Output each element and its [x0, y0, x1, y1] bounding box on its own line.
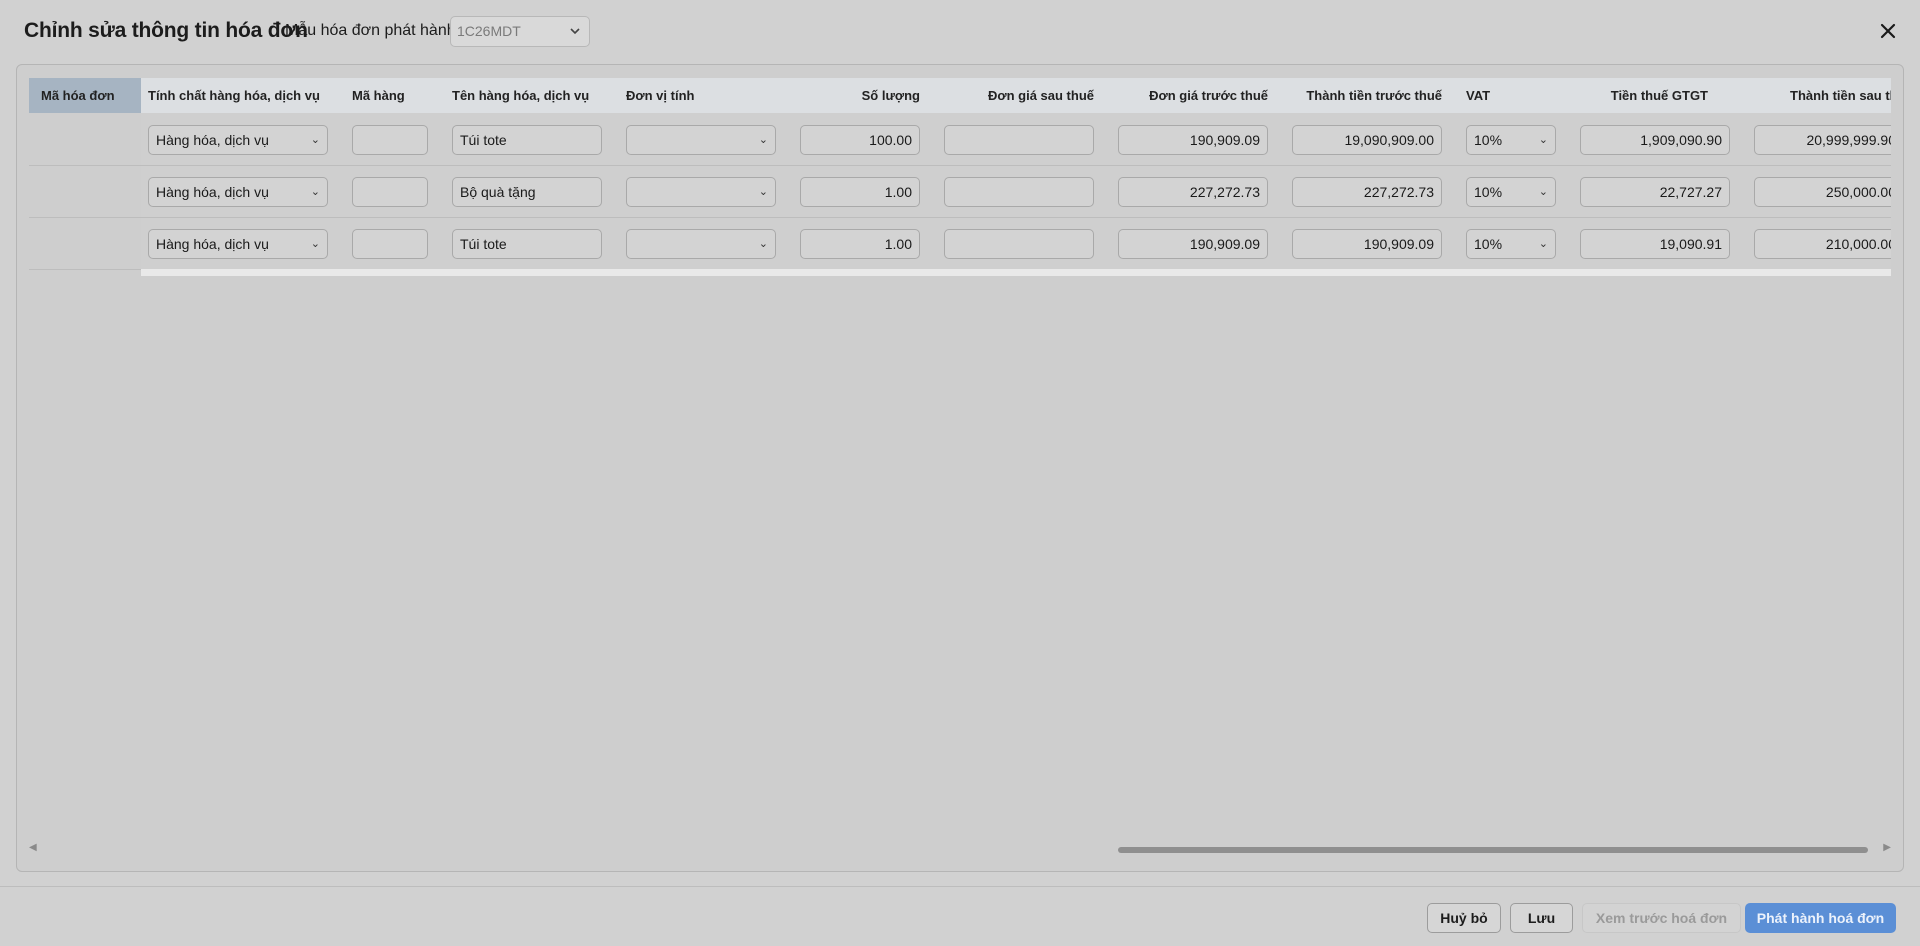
amount-after-tax-input[interactable]: 250,000.00: [1754, 177, 1891, 207]
item-name-input[interactable]: Túi tote: [452, 125, 602, 155]
amount-after-tax-input[interactable]: 20,999,999.90: [1754, 125, 1891, 155]
amount-before-tax-input[interactable]: 190,909.09: [1292, 229, 1442, 259]
col-amount-after-tax: Thành tiền sau thu: [1790, 88, 1891, 103]
nature-value: Hàng hóa, dịch vụ: [156, 236, 269, 252]
template-select[interactable]: 1C26MDT: [450, 16, 590, 47]
vat-amount-input[interactable]: 1,909,090.90: [1580, 125, 1730, 155]
col-invoice-code: Mã hóa đơn: [41, 88, 115, 103]
col-quantity: Số lượng: [861, 88, 920, 103]
row-divider: [29, 269, 141, 270]
row-divider: [29, 217, 1891, 218]
col-vat-amount: Tiền thuế GTGT: [1610, 88, 1708, 103]
template-label: Mẫu hóa đơn phát hành: [285, 22, 456, 39]
unit-select[interactable]: ⌄: [626, 177, 776, 207]
vat-amount-input[interactable]: 19,090.91: [1580, 229, 1730, 259]
dialog-title: Chỉnh sửa thông tin hóa đơn: [24, 19, 308, 42]
invoice-table: Mã hóa đơn Tính chất hàng hóa, dịch vụ M…: [29, 78, 1891, 276]
chevron-down-icon: ⌄: [758, 134, 768, 146]
price-before-tax-input[interactable]: 227,272.73: [1118, 177, 1268, 207]
vat-value: 10%: [1474, 184, 1503, 200]
scrollbar-thumb[interactable]: [1118, 847, 1868, 853]
price-before-tax-input[interactable]: 190,909.09: [1118, 125, 1268, 155]
price-after-tax-input[interactable]: [944, 229, 1094, 259]
chevron-down-icon: ⌄: [758, 238, 768, 250]
col-unit: Đơn vị tính: [626, 88, 695, 103]
col-vat: VAT: [1466, 88, 1491, 103]
item-name-input[interactable]: Túi tote: [452, 229, 602, 259]
vat-amount-input[interactable]: 22,727.27: [1580, 177, 1730, 207]
publish-invoice-button[interactable]: Phát hành hoá đơn: [1745, 903, 1896, 933]
item-code-input[interactable]: [352, 125, 428, 155]
save-button[interactable]: Lưu: [1510, 903, 1573, 933]
unit-select[interactable]: ⌄: [626, 125, 776, 155]
dialog-footer: Huỷ bỏ Lưu Xem trước hoá đơn Phát hành h…: [0, 886, 1920, 946]
chevron-down-icon: [569, 17, 581, 56]
amount-before-tax-input[interactable]: 227,272.73: [1292, 177, 1442, 207]
nature-select[interactable]: Hàng hóa, dịch vụ ⌄: [148, 177, 328, 207]
amount-after-tax-input[interactable]: 210,000.00: [1754, 229, 1891, 259]
unit-select[interactable]: ⌄: [626, 229, 776, 259]
cancel-button[interactable]: Huỷ bỏ: [1427, 903, 1501, 933]
vat-select[interactable]: 10% ⌄: [1466, 125, 1556, 155]
item-code-input[interactable]: [352, 177, 428, 207]
price-after-tax-input[interactable]: [944, 125, 1094, 155]
chevron-down-icon: ⌄: [1538, 134, 1548, 146]
col-amount-before-tax: Thành tiền trước thuế: [1306, 88, 1442, 103]
col-nature: Tính chất hàng hóa, dịch vụ: [148, 88, 320, 103]
chevron-down-icon: ⌄: [310, 134, 320, 146]
scroll-left-icon[interactable]: ◀: [29, 842, 37, 853]
col-item-name: Tên hàng hóa, dịch vụ: [452, 88, 590, 103]
item-name-input[interactable]: Bộ quà tặng: [452, 177, 602, 207]
vat-value: 10%: [1474, 132, 1503, 148]
quantity-input[interactable]: 100.00: [800, 125, 920, 155]
chevron-down-icon: ⌄: [1538, 186, 1548, 198]
vat-select[interactable]: 10% ⌄: [1466, 177, 1556, 207]
vat-select[interactable]: 10% ⌄: [1466, 229, 1556, 259]
preview-invoice-button[interactable]: Xem trước hoá đơn: [1582, 903, 1741, 933]
col-item-code: Mã hàng: [352, 88, 405, 103]
chevron-down-icon: ⌄: [310, 238, 320, 250]
chevron-down-icon: ⌄: [758, 186, 768, 198]
quantity-input[interactable]: 1.00: [800, 229, 920, 259]
nature-select[interactable]: Hàng hóa, dịch vụ ⌄: [148, 125, 328, 155]
template-select-value: 1C26MDT: [457, 23, 521, 39]
col-price-before-tax: Đơn giá trước thuế: [1149, 88, 1268, 103]
quantity-input[interactable]: 1.00: [800, 177, 920, 207]
amount-before-tax-input[interactable]: 19,090,909.00: [1292, 125, 1442, 155]
row-divider: [29, 165, 1891, 166]
price-before-tax-input[interactable]: 190,909.09: [1118, 229, 1268, 259]
vat-value: 10%: [1474, 236, 1503, 252]
dialog-header: Chỉnh sửa thông tin hóa đơn Mẫu hóa đơn …: [0, 0, 1920, 64]
chevron-down-icon: ⌄: [310, 186, 320, 198]
item-code-input[interactable]: [352, 229, 428, 259]
col-price-after-tax: Đơn giá sau thuế: [987, 88, 1094, 103]
price-after-tax-input[interactable]: [944, 177, 1094, 207]
invoice-code-column: [29, 113, 141, 269]
horizontal-scrollbar[interactable]: ◀ ▶: [29, 842, 1891, 856]
nature-value: Hàng hóa, dịch vụ: [156, 184, 269, 200]
close-icon[interactable]: [1877, 20, 1899, 42]
chevron-down-icon: ⌄: [1538, 238, 1548, 250]
nature-value: Hàng hóa, dịch vụ: [156, 132, 269, 148]
scroll-right-icon[interactable]: ▶: [1883, 842, 1891, 853]
table-header: Mã hóa đơn Tính chất hàng hóa, dịch vụ M…: [29, 78, 1891, 113]
nature-select[interactable]: Hàng hóa, dịch vụ ⌄: [148, 229, 328, 259]
